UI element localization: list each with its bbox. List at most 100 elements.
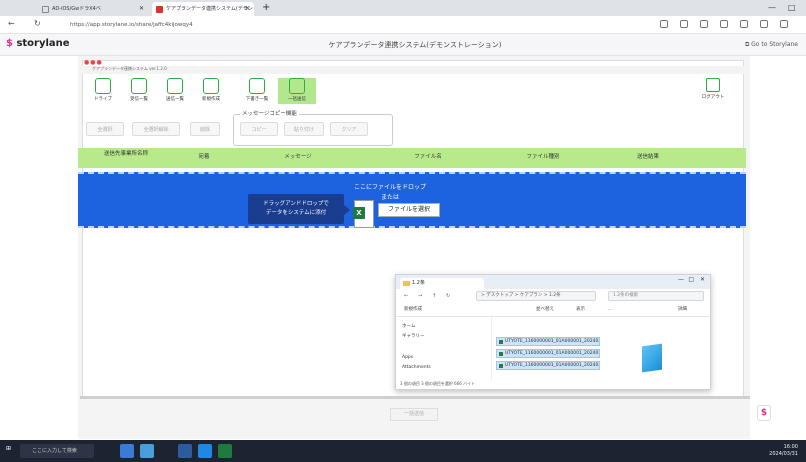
toolbar-label: 送信一覧 (166, 97, 184, 102)
drop-or-text: または (380, 194, 399, 201)
sidebar-item-home[interactable]: ホーム (402, 323, 415, 329)
back-arrow-icon[interactable]: ← (8, 19, 15, 28)
logout-label: ログアウト (701, 95, 725, 100)
logo-text: storylane (16, 38, 70, 49)
logout-button[interactable]: ログアウト (700, 78, 726, 104)
sidebar-item-apps[interactable]: Apps (402, 355, 413, 360)
toolbar-sent-button[interactable]: 送信一覧 (156, 78, 194, 104)
close-icon[interactable]: ✕ (245, 2, 250, 16)
forward-arrow-icon[interactable]: → (418, 289, 422, 303)
toolbar-new-button[interactable]: 新規作成 (192, 78, 230, 104)
list-item[interactable]: UTYOTE_1160000001_01A000001_2024031215..… (496, 349, 600, 358)
toolbar-label: 一括送信 (288, 97, 306, 102)
close-icon[interactable]: ✕ (139, 2, 144, 16)
sidebar-item-attachments[interactable]: Attachments (402, 365, 431, 370)
maximize-icon[interactable]: □ (688, 276, 694, 283)
maximize-button[interactable]: □ (788, 0, 796, 16)
toolbar-label: ドライブ (94, 97, 112, 102)
excel-icon: X (353, 207, 365, 219)
url-field[interactable]: https://app.storylane.io/share/jaffc4kij… (70, 19, 193, 31)
favorite-star-icon[interactable] (680, 20, 688, 28)
taskbar-search-input[interactable]: ここに入力して検索 (20, 444, 94, 458)
column-header: メッセージ (284, 154, 312, 160)
minimize-button[interactable]: — (768, 0, 776, 16)
taskbar-app-icon[interactable] (140, 444, 154, 458)
sidebar-item-gallery[interactable]: ギャラリー (402, 333, 425, 339)
clock-time: 16:00 (783, 444, 798, 450)
storylane-mark-icon: $ (6, 38, 13, 49)
taskbar-excel-icon[interactable] (218, 444, 232, 458)
explorer-details-button[interactable]: 詳細 (678, 303, 687, 317)
drag-drop-tooltip: ドラッグアンドドロップで データをシステムに添付 (248, 194, 350, 224)
window-dots-icon: ●●● (84, 59, 103, 66)
collections-icon[interactable] (760, 20, 768, 28)
explorer-toolbar: 新規作成 並べ替え 表示 ... 詳細 (396, 303, 710, 317)
folder-icon (403, 281, 410, 286)
deselect-all-button[interactable]: 全選択解除 (132, 122, 180, 136)
choose-file-button[interactable]: ファイルを選択 (378, 203, 440, 217)
explorer-search-input[interactable]: 1.2条の検索 (608, 291, 704, 301)
refresh-icon[interactable]: ↻ (446, 289, 450, 303)
read-aloud-icon[interactable] (660, 20, 668, 28)
copy-group-label: メッセージコピー機能 (240, 109, 299, 117)
windows-start-icon[interactable]: ⊞ (6, 445, 11, 452)
extension-icon[interactable] (700, 20, 708, 28)
logout-icon (706, 78, 720, 92)
explorer-sort-button[interactable]: 並べ替え (536, 303, 554, 317)
tab-favicon-icon (156, 6, 163, 13)
list-item[interactable]: UTYOTE_1160000001_01A000001_2024031215..… (496, 337, 600, 346)
split-screen-icon[interactable] (720, 20, 728, 28)
storylane-logo[interactable]: $ storylane (6, 38, 70, 49)
explorer-tab[interactable]: 1.2条 (400, 278, 484, 289)
column-header: 送信先事業所名称 (103, 151, 148, 157)
go-to-storylane-link[interactable]: ⧉ Go to Storylane (745, 41, 798, 49)
explorer-more-button[interactable]: ... (608, 303, 612, 317)
select-all-button[interactable]: 全選択 (86, 122, 124, 136)
browser-tab-active[interactable]: ケアプランデータ連携システム(デモン ✕ (152, 2, 254, 16)
tab-favicon-icon (42, 6, 49, 13)
browser-tab-inactive[interactable]: AD-iOS/GwドラX4ベ ✕ (38, 2, 148, 16)
storylane-header: $ storylane ケアプランデータ連携システム(デモンストレーション) ⧉… (0, 34, 806, 56)
drafts-icon (249, 78, 265, 94)
more-menu-icon[interactable] (780, 20, 788, 28)
toolbar-inbox-button[interactable]: 受信一覧 (120, 78, 158, 104)
bulk-send-icon (289, 78, 305, 94)
explorer-nav-bar: ← → ↑ ↻ > デスクトップ > ケアプラン > 1.2条 1.2条の検索 (396, 289, 710, 303)
toolbar-drafts-button[interactable]: 下書き一覧 (238, 78, 276, 104)
clear-button[interactable]: クリア (330, 122, 368, 136)
browser-tab-bar: AD-iOS/GwドラX4ベ ✕ ケアプランデータ連携システム(デモン ✕ + … (0, 0, 806, 16)
horizontal-scrollbar[interactable] (80, 396, 750, 399)
dragged-excel-file-icon[interactable]: X (353, 200, 374, 228)
explorer-status-bar: 3 個の項目 3 個の項目を選択 666 バイト (400, 381, 476, 386)
taskbar-clock[interactable]: 16:00 2024/03/31 (769, 444, 798, 458)
back-arrow-icon[interactable]: ← (404, 289, 408, 303)
taskbar-app-icon[interactable] (120, 444, 134, 458)
tab-title: ケアプランデータ連携システム(デモン (166, 6, 253, 12)
outbox-icon (167, 78, 183, 94)
minimize-icon[interactable]: — (678, 276, 684, 283)
taskbar-app-icon[interactable] (178, 444, 192, 458)
paste-button[interactable]: 貼り付け (284, 122, 324, 136)
close-icon[interactable]: ✕ (700, 276, 705, 283)
bulk-send-button[interactable]: 一括送信 (390, 408, 438, 421)
copy-button[interactable]: コピー (240, 122, 278, 136)
explorer-breadcrumb[interactable]: > デスクトップ > ケアプラン > 1.2条 (476, 291, 596, 301)
reload-icon[interactable]: ↻ (34, 19, 41, 28)
explorer-sidebar: ホーム ギャラリー Apps Attachments (396, 317, 492, 381)
favorites-icon[interactable] (740, 20, 748, 28)
up-arrow-icon[interactable]: ↑ (432, 289, 436, 303)
toolbar-drive-button[interactable]: ドライブ (84, 78, 122, 104)
new-tab-button[interactable]: + (262, 0, 270, 16)
delete-button[interactable]: 削除 (190, 122, 220, 136)
address-bar: ← ↻ https://app.storylane.io/share/jaffc… (0, 16, 806, 34)
storylane-badge-icon[interactable]: $ (757, 405, 771, 421)
inbox-icon (131, 78, 147, 94)
drop-instruction: ここにファイルをドロップ (353, 184, 426, 191)
toolbar-bulk-send-button[interactable]: 一括送信 (278, 78, 316, 104)
explorer-tab-title: 1.2条 (412, 280, 425, 286)
explorer-view-button[interactable]: 表示 (576, 303, 585, 317)
list-item[interactable]: UTYOTE_1160000001_01A000001_2024031215..… (496, 361, 600, 370)
go-to-label: Go to Storylane (751, 41, 798, 48)
explorer-new-button[interactable]: 新規作成 (404, 303, 422, 317)
taskbar-app-icon[interactable] (198, 444, 212, 458)
